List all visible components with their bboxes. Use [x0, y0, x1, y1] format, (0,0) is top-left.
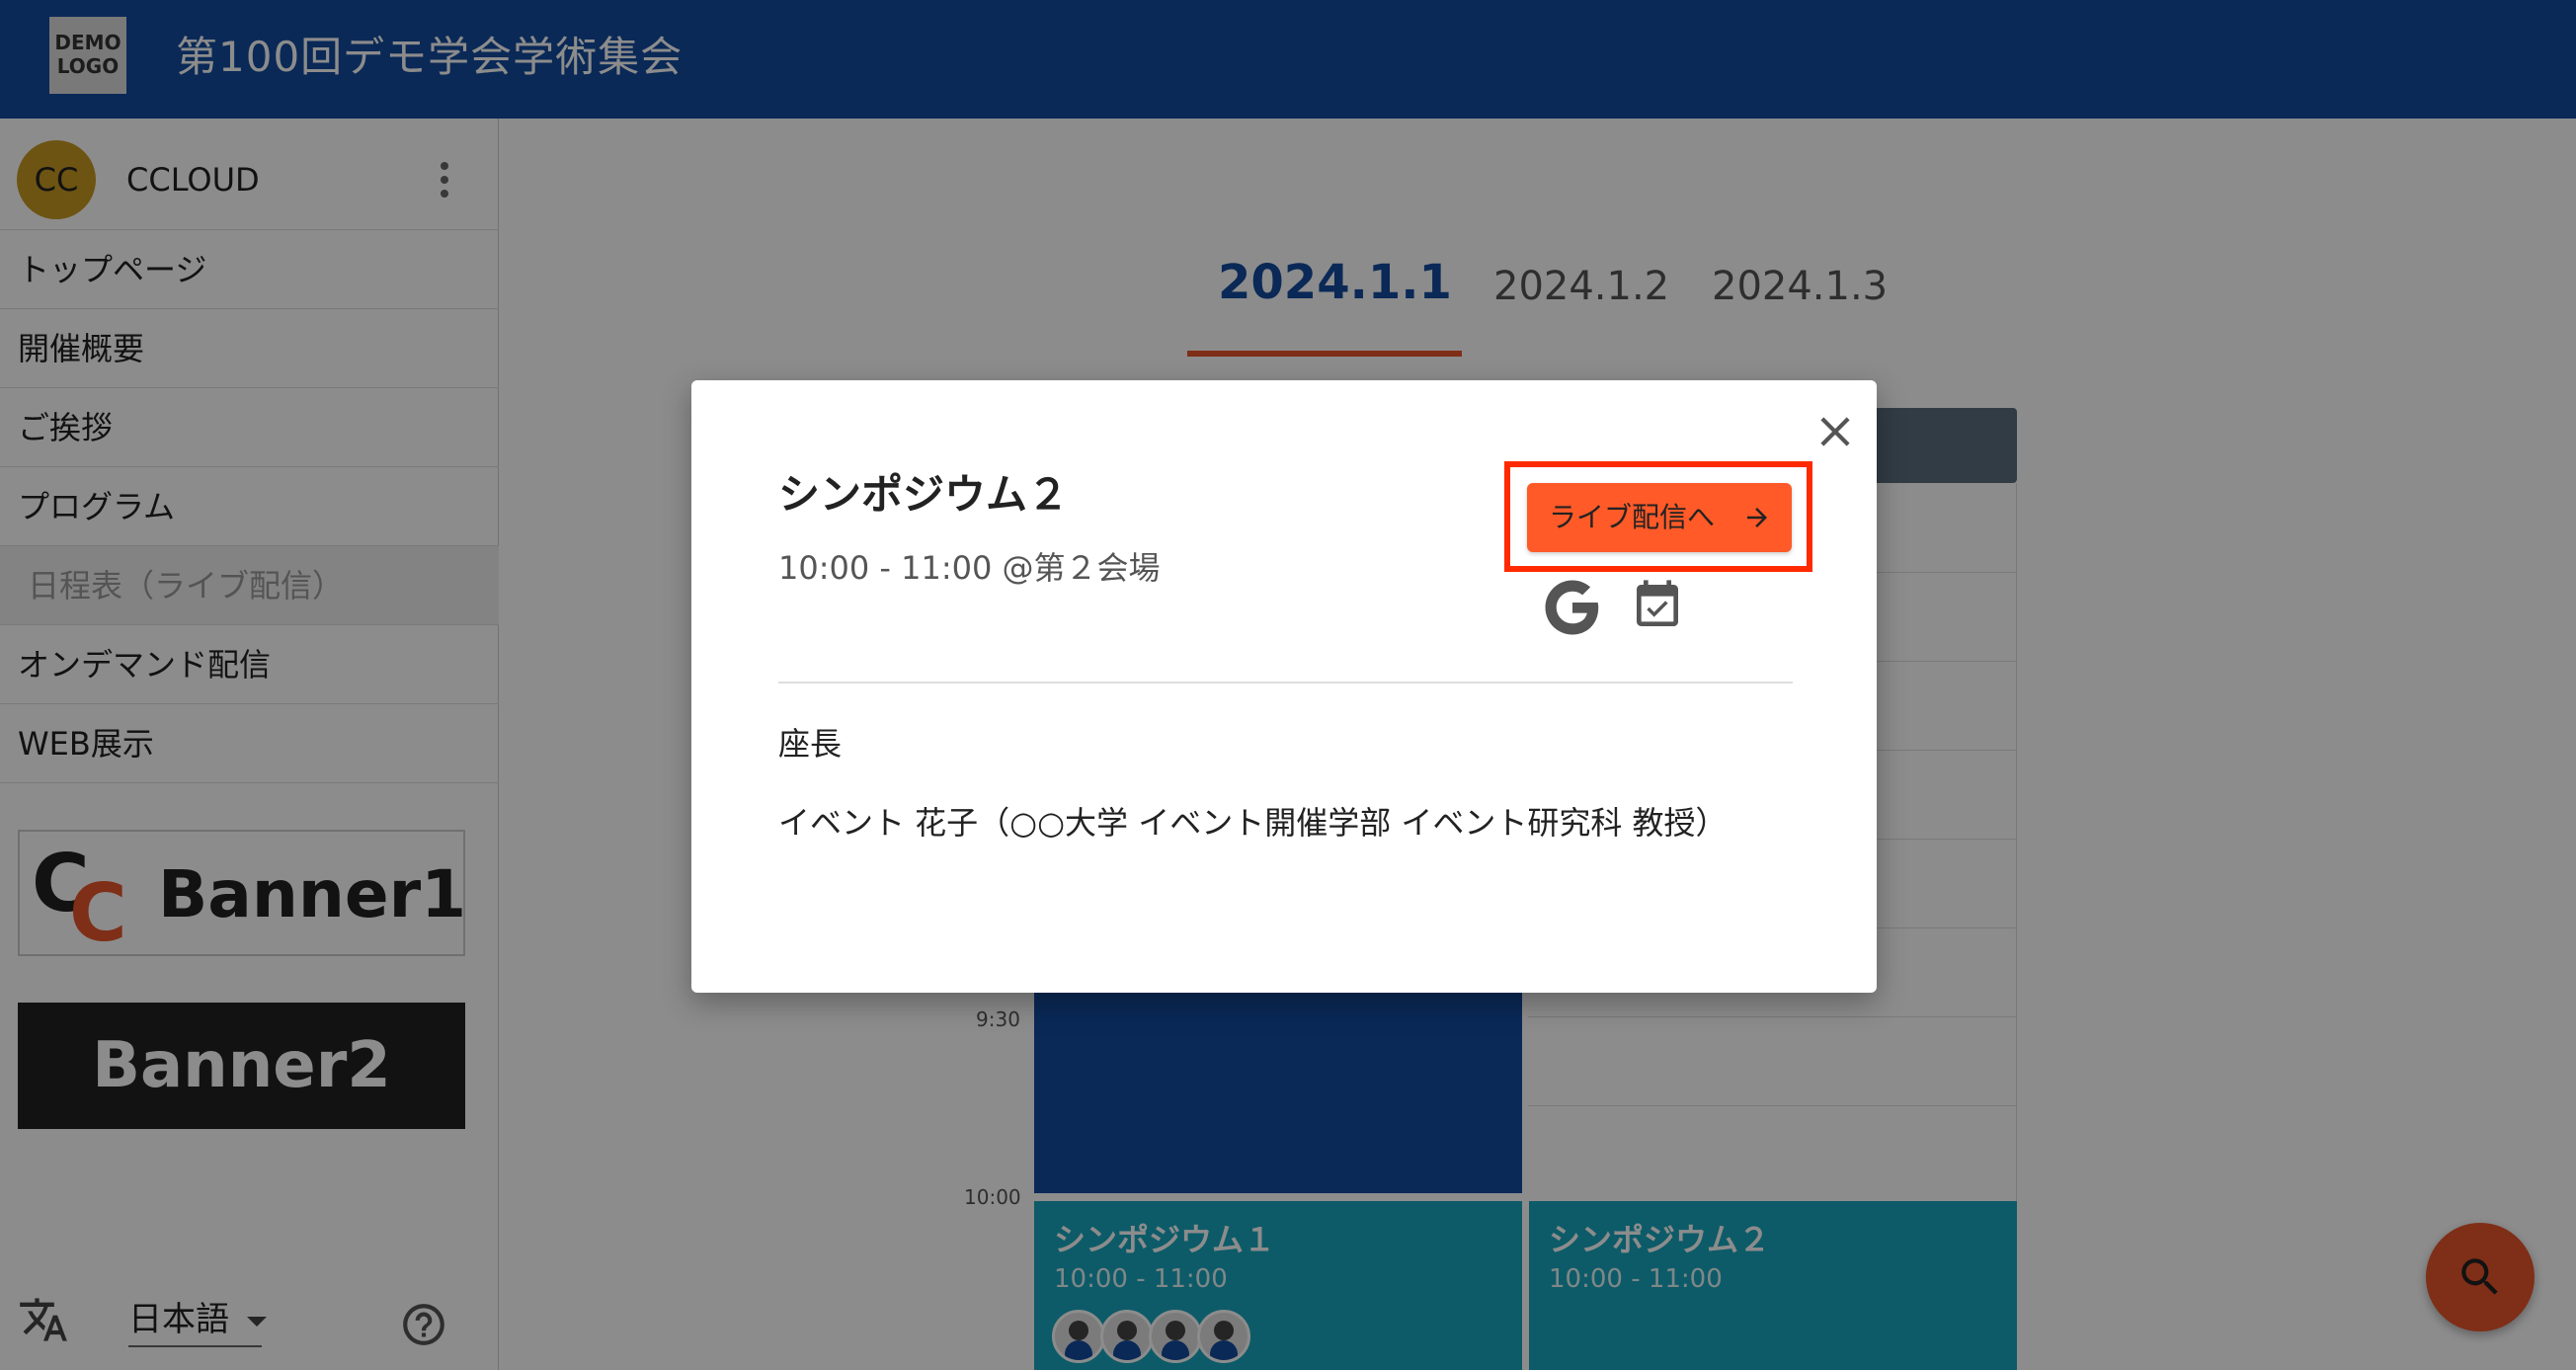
session-detail-dialog: シンポジウム２ 10:00 - 11:00 @第２会場 ライブ配信へ 座長 イベ… [691, 380, 1877, 993]
arrow-right-icon [1747, 508, 1767, 527]
divider [778, 682, 1793, 684]
close-icon[interactable] [1811, 407, 1860, 456]
live-stream-button[interactable]: ライブ配信へ [1527, 483, 1792, 552]
dialog-title: シンポジウム２ [778, 470, 1070, 519]
dialog-time-venue: 10:00 - 11:00 @第２会場 [778, 549, 1161, 587]
chair-label: 座長 [778, 725, 843, 763]
google-calendar-icon[interactable] [1543, 578, 1602, 637]
calendar-check-icon[interactable] [1630, 578, 1685, 633]
live-stream-button-label: ライブ配信へ [1549, 501, 1716, 533]
chair-person: イベント 花子（○○大学 イベント開催学部 イベント研究科 教授） [778, 804, 1728, 842]
